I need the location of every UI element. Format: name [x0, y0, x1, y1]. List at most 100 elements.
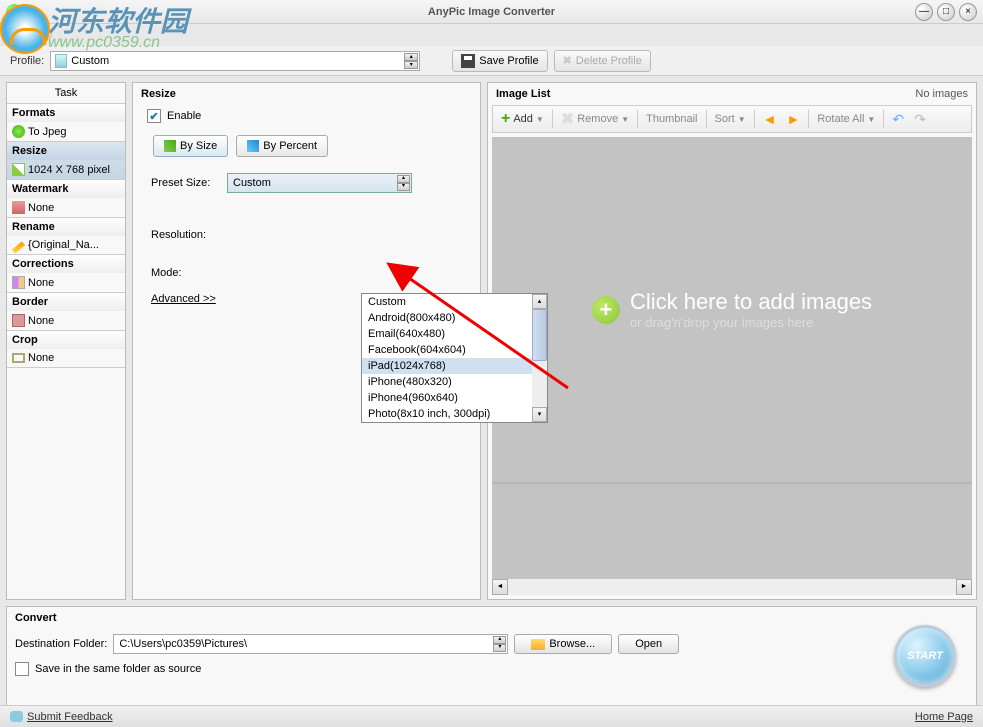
delete-profile-button[interactable]: ✖ Delete Profile: [554, 50, 651, 72]
add-button[interactable]: +Add▼: [497, 108, 548, 130]
minus-icon: ✖: [561, 109, 574, 129]
by-size-button[interactable]: By Size: [153, 135, 228, 157]
redo-button[interactable]: ↷: [910, 109, 930, 130]
app-icon: [6, 4, 22, 20]
preset-option[interactable]: Email(640x480): [362, 326, 547, 342]
undo-icon: ↶: [892, 111, 904, 128]
advanced-link[interactable]: Advanced >>: [133, 283, 234, 315]
task-panel: Task Formats To JpegResize 1024 X 768 pi…: [6, 82, 126, 600]
by-percent-button[interactable]: By Percent: [236, 135, 328, 157]
feedback-icon: [10, 711, 23, 722]
menubar: File Help: [0, 24, 983, 46]
task-item-watermark[interactable]: Watermark None: [7, 180, 125, 218]
window-title: AnyPic Image Converter: [428, 6, 555, 18]
task-header: Task: [7, 83, 125, 104]
enable-checkbox[interactable]: ✔: [147, 109, 161, 123]
bysize-icon: [164, 140, 176, 152]
task-item-title: Border: [7, 293, 125, 311]
sort-button[interactable]: Sort▼: [711, 111, 750, 127]
task-item-title: Watermark: [7, 180, 125, 198]
statusbar: Submit Feedback Home Page: [0, 705, 983, 727]
task-item-crop[interactable]: Crop None: [7, 331, 125, 368]
next-button[interactable]: ►: [782, 109, 804, 129]
task-item-rename[interactable]: Rename {Original_Na...: [7, 218, 125, 255]
remove-button[interactable]: ✖Remove▼: [557, 107, 633, 131]
minimize-button[interactable]: —: [915, 3, 933, 21]
preset-option[interactable]: iPhone4(960x640): [362, 390, 547, 406]
convert-icon: [12, 125, 25, 138]
task-item-value: {Original_Na...: [7, 236, 125, 254]
arrow-right-icon: ►: [786, 111, 800, 127]
thumbnail-button[interactable]: Thumbnail: [642, 111, 701, 127]
undo-button[interactable]: ↶: [888, 109, 908, 130]
task-item-formats[interactable]: Formats To Jpeg: [7, 104, 125, 142]
titlebar: AnyPic Image Converter — □ ×: [0, 0, 983, 24]
task-item-title: Rename: [7, 218, 125, 236]
task-item-border[interactable]: Border None: [7, 293, 125, 331]
save-same-checkbox[interactable]: [15, 662, 29, 676]
preset-label: Preset Size:: [151, 177, 221, 189]
dropdown-scrollbar[interactable]: ▴ ▾: [532, 294, 547, 422]
profile-value: Custom: [71, 55, 109, 67]
close-button[interactable]: ×: [959, 3, 977, 21]
profile-select[interactable]: Custom ▴▾: [50, 51, 420, 71]
rename-icon: [12, 241, 25, 253]
rotate-all-button[interactable]: Rotate All▼: [813, 111, 879, 127]
border-icon: [12, 314, 25, 327]
preset-dropdown[interactable]: CustomAndroid(800x480)Email(640x480)Face…: [361, 293, 548, 423]
browse-button[interactable]: Browse...: [514, 634, 612, 654]
enable-label: Enable: [167, 110, 201, 122]
delete-icon: ✖: [563, 54, 572, 67]
maximize-button[interactable]: □: [937, 3, 955, 21]
bypercent-icon: [247, 140, 259, 152]
resize-panel: Resize ✔ Enable By Size By Percent Prese…: [132, 82, 481, 600]
task-item-value: 1024 X 768 pixel: [7, 160, 125, 179]
image-toolbar: +Add▼ ✖Remove▼ Thumbnail Sort▼ ◄ ► Rotat…: [492, 105, 972, 133]
preset-option[interactable]: Photo(8x10 inch, 300dpi): [362, 406, 547, 422]
resize-title: Resize: [133, 83, 480, 105]
image-list-panel: Image List No images +Add▼ ✖Remove▼ Thum…: [487, 82, 977, 600]
convert-title: Convert: [15, 612, 968, 624]
task-item-resize[interactable]: Resize 1024 X 768 pixel: [7, 142, 125, 180]
image-canvas[interactable]: + Click here to add images or drag'n'dro…: [492, 137, 972, 595]
preset-option[interactable]: Android(800x480): [362, 310, 547, 326]
preset-option[interactable]: Facebook(604x604): [362, 342, 547, 358]
corr-icon: [12, 276, 25, 289]
task-item-value: To Jpeg: [7, 122, 125, 141]
profile-label: Profile:: [10, 55, 44, 67]
thumb-strip: [492, 484, 972, 579]
save-profile-button[interactable]: Save Profile: [452, 50, 547, 72]
task-item-value: None: [7, 273, 125, 292]
wm-icon: [12, 201, 25, 214]
horizontal-scrollbar[interactable]: ◄►: [492, 579, 972, 595]
task-item-value: None: [7, 198, 125, 217]
profile-doc-icon: [55, 54, 67, 68]
start-button[interactable]: START: [894, 625, 956, 687]
task-item-value: None: [7, 311, 125, 330]
task-item-title: Corrections: [7, 255, 125, 273]
image-list-title: Image List: [496, 88, 550, 100]
canvas-msg-1: Click here to add images: [630, 289, 872, 315]
preset-option[interactable]: iPhone(480x320): [362, 374, 547, 390]
folder-icon: [531, 639, 545, 650]
task-item-title: Crop: [7, 331, 125, 349]
plus-icon: +: [501, 110, 510, 128]
menu-help[interactable]: Help: [30, 29, 53, 41]
preset-size-combo[interactable]: Custom ▴▾: [227, 173, 412, 193]
task-item-title: Resize: [7, 142, 125, 160]
dest-folder-input[interactable]: C:\Users\pc0359\Pictures\ ▴▾: [113, 634, 508, 654]
task-item-corrections[interactable]: Corrections None: [7, 255, 125, 293]
mode-label: Mode:: [151, 267, 221, 279]
add-images-icon: +: [592, 296, 620, 324]
arrow-left-icon: ◄: [763, 111, 777, 127]
home-page-link[interactable]: Home Page: [915, 711, 973, 723]
open-button[interactable]: Open: [618, 634, 679, 654]
prev-button[interactable]: ◄: [759, 109, 781, 129]
submit-feedback-link[interactable]: Submit Feedback: [10, 711, 113, 723]
preset-option[interactable]: Custom: [362, 294, 547, 310]
preset-option[interactable]: iPad(1024x768): [362, 358, 547, 374]
task-item-value: None: [7, 349, 125, 367]
menu-file[interactable]: File: [6, 29, 24, 41]
profile-row: Profile: Custom ▴▾ Save Profile ✖ Delete…: [0, 46, 983, 76]
dest-label: Destination Folder:: [15, 638, 107, 650]
